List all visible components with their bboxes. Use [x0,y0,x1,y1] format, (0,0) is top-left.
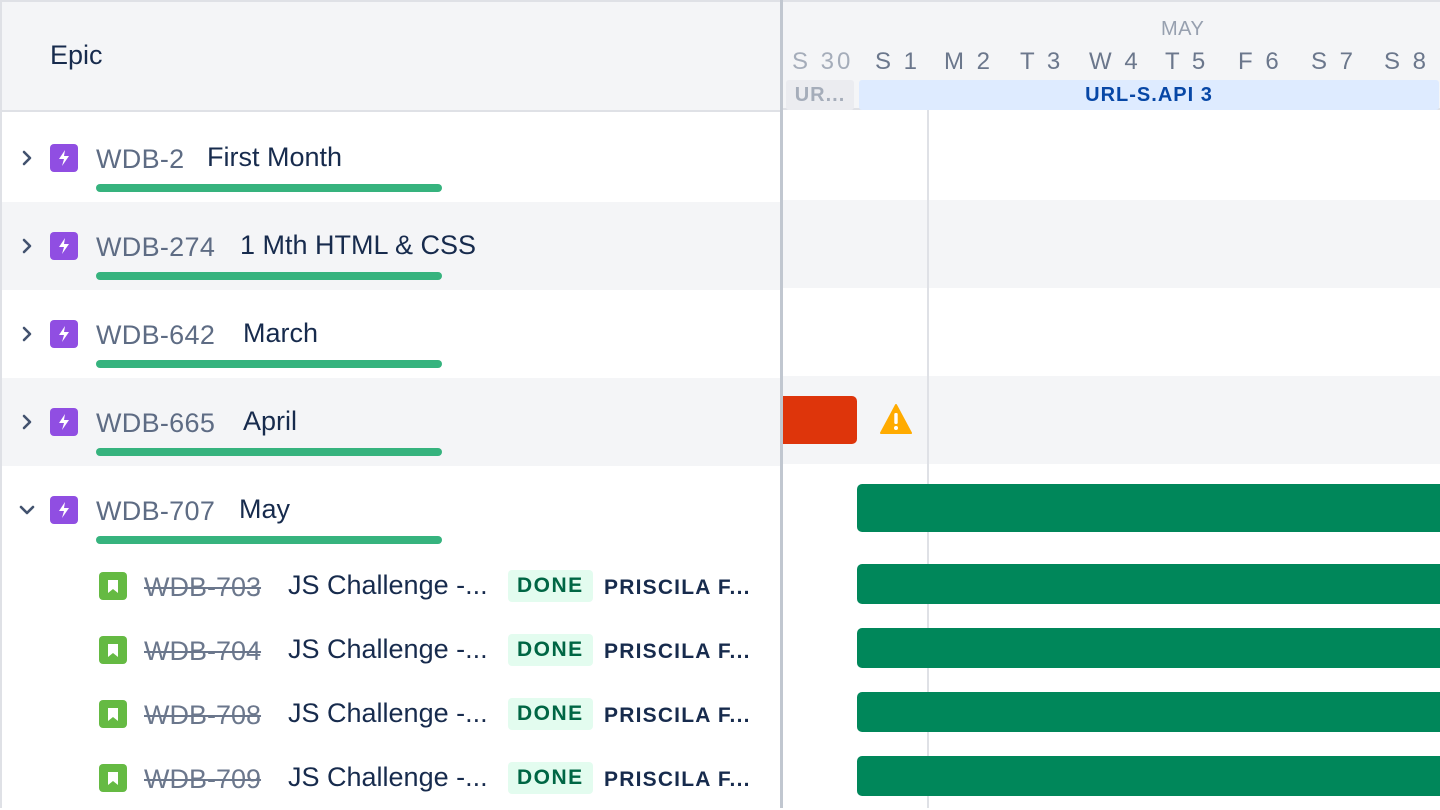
story-summary: JS Challenge -... [288,634,488,664]
epic-row-wdb-274[interactable]: WDB-274 1 Mth HTML & CSS [2,202,783,290]
story-row-wdb-709[interactable]: WDB-709 JS Challenge -... DONE PRISCILA … [2,746,783,810]
day-label: T 5 [1165,48,1209,75]
epic-row-wdb-707[interactable]: WDB-707 May [2,466,783,554]
epic-progress-bar [96,536,442,544]
epic-summary: 1 Mth HTML & CSS [240,230,477,260]
day-label: S 30 [792,48,854,75]
epic-row-wdb-642[interactable]: WDB-642 March [2,290,783,378]
lightning-icon [50,496,78,524]
bookmark-icon [99,764,127,792]
story-summary: JS Challenge -... [288,698,488,728]
story-key[interactable]: WDB-704 [144,636,261,667]
story-row-wdb-704[interactable]: WDB-704 JS Challenge -... DONE PRISCILA … [2,618,783,682]
sprint-marker-current[interactable]: URL-S.API 3 [859,80,1439,110]
epic-key[interactable]: WDB-274 [96,232,215,263]
bookmark-icon [99,700,127,728]
timeline-row-band [783,200,1440,288]
epic-bar-wdb-707[interactable] [857,484,1440,532]
status-badge: DONE [508,570,593,602]
lightning-icon [50,320,78,348]
epic-summary: April [243,406,298,436]
chevron-right-icon[interactable] [17,324,37,344]
day-label: T 3 [1020,48,1064,75]
story-summary: JS Challenge -... [288,762,488,792]
day-label: S 1 [875,48,921,75]
epic-summary: March [243,318,319,348]
roadmap-view: Epic WDB-2 First Month WDB-274 1 Mth HTM… [0,0,1440,808]
story-key[interactable]: WDB-708 [144,700,261,731]
epic-key[interactable]: WDB-642 [96,320,215,351]
story-bar-wdb-703[interactable] [857,564,1440,604]
epic-bar-wdb-665[interactable] [783,396,857,444]
story-key[interactable]: WDB-703 [144,572,261,603]
epic-column-header: Epic [2,2,781,112]
today-marker-line [927,0,929,808]
day-label: W 4 [1089,48,1141,75]
epic-key[interactable]: WDB-665 [96,408,215,439]
day-label: M 2 [944,48,994,75]
timeline-pane: MAY S 30 S 1 M 2 T 3 W 4 T 5 F 6 S 7 S 8… [783,0,1440,808]
epic-summary: May [239,494,291,524]
epic-progress-bar [96,272,442,280]
story-bar-wdb-709[interactable] [857,756,1440,796]
lightning-icon [50,408,78,436]
lightning-icon [50,144,78,172]
status-badge: DONE [508,634,593,666]
story-key[interactable]: WDB-709 [144,764,261,795]
epic-row-wdb-665[interactable]: WDB-665 April [2,378,783,466]
epic-column-title: Epic [50,40,103,70]
assignee-name: PRISCILA F... [604,576,751,599]
day-label: S 8 [1384,48,1430,75]
epic-key[interactable]: WDB-707 [96,496,215,527]
epic-list-pane: Epic WDB-2 First Month WDB-274 1 Mth HTM… [0,0,783,810]
epic-key[interactable]: WDB-2 [96,144,185,175]
chevron-right-icon[interactable] [17,236,37,256]
bookmark-icon [99,572,127,600]
story-bar-wdb-708[interactable] [857,692,1440,732]
assignee-name: PRISCILA F... [604,768,751,791]
story-row-wdb-708[interactable]: WDB-708 JS Challenge -... DONE PRISCILA … [2,682,783,746]
chevron-right-icon[interactable] [17,148,37,168]
chevron-down-icon[interactable] [17,500,37,520]
epic-progress-bar [96,360,442,368]
warning-icon[interactable] [879,403,913,440]
story-bar-wdb-704[interactable] [857,628,1440,668]
day-label: F 6 [1238,48,1282,75]
lightning-icon [50,232,78,260]
epic-progress-bar [96,448,442,456]
assignee-name: PRISCILA F... [604,704,751,727]
status-badge: DONE [508,698,593,730]
epic-progress-bar [96,184,442,192]
timeline-header: MAY S 30 S 1 M 2 T 3 W 4 T 5 F 6 S 7 S 8… [783,0,1440,110]
sprint-marker-past[interactable]: UR... [786,80,854,110]
day-label: S 7 [1311,48,1357,75]
epic-row-wdb-2[interactable]: WDB-2 First Month [2,114,783,202]
story-summary: JS Challenge -... [288,570,488,600]
bookmark-icon [99,636,127,664]
assignee-name: PRISCILA F... [604,640,751,663]
story-row-wdb-703[interactable]: WDB-703 JS Challenge -... DONE PRISCILA … [2,554,783,618]
chevron-right-icon[interactable] [17,412,37,432]
epic-summary: First Month [207,142,343,172]
status-badge: DONE [508,762,593,794]
month-label: MAY [1161,18,1205,40]
